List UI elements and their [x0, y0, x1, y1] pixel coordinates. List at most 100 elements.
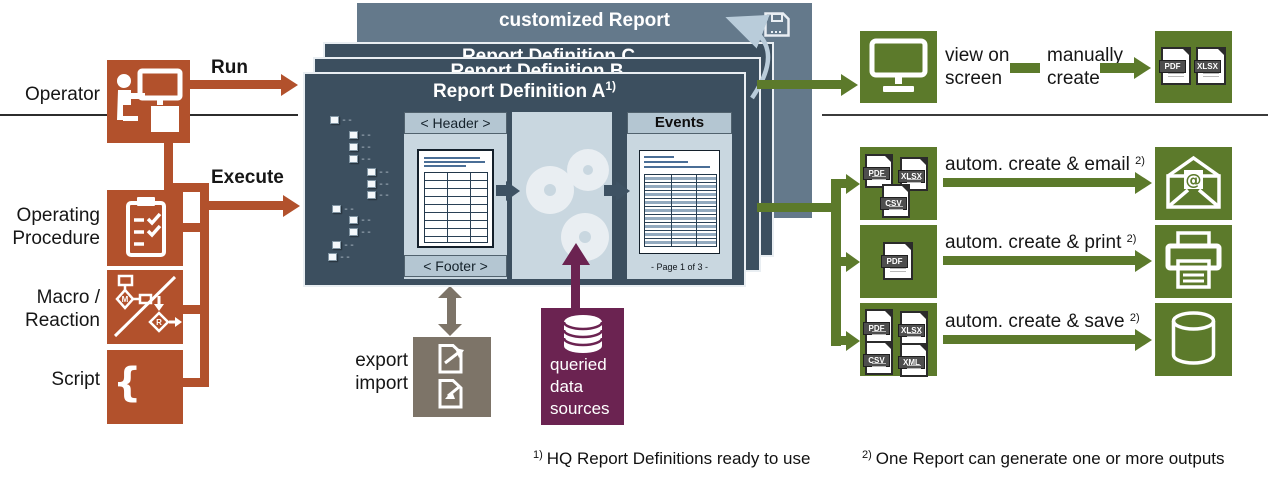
tree-item [367, 179, 390, 189]
branch-feed-line [757, 203, 841, 212]
print-files-box: PDF [860, 225, 937, 298]
import-doc-icon [436, 378, 466, 410]
save-arrow [943, 335, 1135, 344]
auto-print-label: autom. create & print 2) [945, 228, 1136, 254]
auto-email-label: autom. create & email 2) [945, 150, 1145, 176]
tree-node-icon [367, 191, 376, 199]
manual-create-arrow [1100, 63, 1134, 73]
queried-data-sources-label: queried data sources [550, 354, 610, 420]
run-arrow [186, 80, 281, 89]
email-files-box: PDF XLSX CSV [860, 147, 937, 220]
tree-item [328, 252, 351, 262]
window-report-definition-a: Report Definition A1) < Header > < Foote… [303, 72, 746, 287]
diagram-canvas: Operator Run Execute Operating Procedure [0, 0, 1268, 484]
export-import-arrow-down [438, 324, 462, 336]
queried-data-arrow-shaft [571, 263, 580, 310]
script-label: Script [0, 368, 100, 391]
printer-icon [1155, 225, 1232, 298]
footnote-2: 2)One Report can generate one or more ou… [862, 449, 1225, 469]
save-files-box: PDF XLSX CSV XML [860, 303, 937, 376]
tree-item [349, 154, 372, 164]
macro-reaction-label: Macro / Reaction [0, 286, 100, 332]
manual-files-box: PDF XLSX [1155, 31, 1232, 103]
execute-label: Execute [211, 166, 284, 189]
mock-text-line [424, 161, 485, 163]
svg-text:M: M [122, 295, 129, 304]
mock-text-line [424, 165, 466, 167]
tree-node-icon [330, 116, 339, 124]
print-arrow [943, 256, 1135, 265]
tree-node-icon [367, 180, 376, 188]
tree-item [332, 240, 355, 250]
operator-label: Operator [0, 83, 100, 106]
tree-item [349, 130, 372, 140]
page-indicator: - Page 1 of 3 - [627, 262, 732, 272]
database-cylinder-icon [1155, 303, 1232, 376]
monitor-box [860, 31, 937, 103]
mock-text-line [644, 156, 674, 158]
events-page-preview [639, 150, 720, 254]
mock-table [424, 172, 488, 243]
events-panel-title: Events [627, 112, 732, 134]
email-envelope-icon: @ [1155, 147, 1232, 220]
branch-arrow-save [839, 336, 846, 345]
mock-events-table [644, 174, 717, 247]
pdf-file-icon: PDF [865, 309, 893, 343]
tree-node-icon [349, 228, 358, 236]
tree-node-icon [332, 205, 341, 213]
view-arrow [757, 80, 841, 89]
mock-text-line [644, 166, 710, 168]
report-page-preview [417, 149, 494, 248]
branch-arrow-email [839, 179, 846, 188]
layout-panel: < Header > < Footer > [404, 112, 507, 279]
xml-file-icon: XML [900, 343, 928, 377]
mock-text-line [424, 157, 480, 159]
export-import-arrow-shaft [447, 296, 456, 324]
tree-item [349, 142, 372, 152]
email-arrow [943, 178, 1135, 187]
tree-node-icon [328, 253, 337, 261]
flow-arrow [604, 185, 616, 196]
monitor-icon [860, 31, 937, 103]
export-import-label: export import [340, 349, 408, 395]
csv-file-icon: CSV [865, 341, 893, 375]
connector-procedure [183, 223, 205, 232]
tree-node-icon [367, 168, 376, 176]
svg-text:@: @ [1186, 170, 1202, 189]
execute-arrow [205, 201, 283, 210]
customize-curved-arrow [690, 0, 820, 110]
tree-item [349, 215, 372, 225]
macro-reaction-icon: M R [107, 270, 183, 344]
xlsx-file-icon: XLSX [1196, 47, 1226, 85]
export-doc-icon [436, 343, 466, 375]
person-at-monitor-icon [107, 60, 190, 143]
tree-item [332, 204, 355, 214]
email-target-box: @ [1155, 147, 1232, 220]
events-panel: Events - Page 1 of 3 - [627, 112, 732, 279]
macro-flow-icon: M R [107, 270, 183, 344]
mock-text-line [644, 161, 688, 163]
operating-procedure-label: Operating Procedure [0, 204, 100, 250]
flow-arrow [496, 185, 506, 196]
pdf-file-icon: PDF [1161, 47, 1191, 85]
clipboard-icon [107, 190, 183, 266]
connector-trunk [200, 183, 209, 387]
connector-dash [1010, 63, 1040, 73]
export-import-icon [413, 337, 491, 417]
right-divider [822, 114, 1268, 116]
tree-item [349, 227, 372, 237]
tree-node-icon [349, 131, 358, 139]
operator-icon [107, 60, 190, 143]
queried-data-sources-box: queried data sources [541, 308, 624, 425]
tree-item [330, 115, 353, 125]
connector-macro [183, 305, 205, 314]
branch-arrow-print [839, 257, 846, 266]
footnote-1: 1)HQ Report Definitions ready to use [533, 449, 810, 469]
tree-node-icon [332, 241, 341, 249]
pdf-file-icon: PDF [883, 242, 913, 280]
save-target-box [1155, 303, 1232, 376]
csv-file-icon: CSV [882, 184, 910, 218]
header-section-button[interactable]: < Header > [404, 112, 507, 134]
queried-data-arrow-head [562, 243, 590, 265]
footer-section-button[interactable]: < Footer > [404, 255, 507, 277]
